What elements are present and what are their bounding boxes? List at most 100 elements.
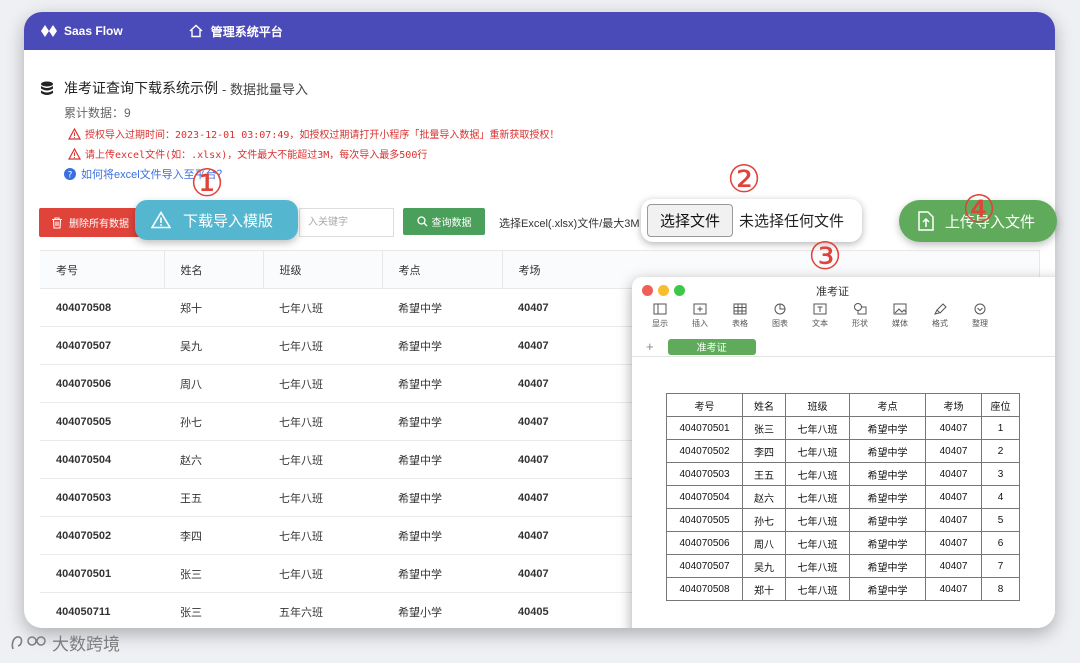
sheet-cell[interactable]: 40407 xyxy=(925,554,982,578)
sheet-cell[interactable]: 赵六 xyxy=(742,485,786,509)
table-cell: 希望中学 xyxy=(382,554,502,593)
close-window-icon[interactable] xyxy=(642,285,653,296)
search-input[interactable]: 入关键字 xyxy=(299,208,394,237)
sheet-cell[interactable]: 6 xyxy=(981,531,1020,555)
sheet-cell[interactable]: 希望中学 xyxy=(849,508,926,532)
sheet-cell[interactable]: 希望中学 xyxy=(849,462,926,486)
table-cell: 404070508 xyxy=(40,288,164,327)
sheet-cell[interactable]: 孙七 xyxy=(742,508,786,532)
sheet-tab[interactable]: 准考证 xyxy=(667,338,756,355)
choose-file-button[interactable]: 选择文件 xyxy=(647,204,733,237)
sheet-cell[interactable]: 王五 xyxy=(742,462,786,486)
brand[interactable]: Saas Flow xyxy=(40,24,123,38)
sheet-cell[interactable]: 40407 xyxy=(925,416,982,440)
sheet-cell[interactable]: 吴九 xyxy=(742,554,786,578)
numbers-title: 准考证 xyxy=(816,286,849,298)
tool-table[interactable]: 表格 xyxy=(720,303,760,337)
sheet-row: 404070507 吴九 七年八班 希望中学 40407 7 xyxy=(666,554,1020,578)
tool-insert[interactable]: 插入 xyxy=(680,303,720,337)
sheet-cell[interactable]: 40407 xyxy=(925,462,982,486)
sheet-cell[interactable]: 404070506 xyxy=(666,531,743,555)
home-link[interactable]: 管理系统平台 xyxy=(189,23,283,40)
table-cell: 张三 xyxy=(164,554,263,593)
sheet-cell[interactable]: 郑十 xyxy=(742,577,786,601)
sheet-cell[interactable]: 40407 xyxy=(925,531,982,555)
sheet-cell[interactable]: 3 xyxy=(981,462,1020,486)
sheet-cell[interactable]: 404070504 xyxy=(666,485,743,509)
sheet-cell[interactable]: 4 xyxy=(981,485,1020,509)
sheet-cell[interactable]: 404070502 xyxy=(666,439,743,463)
sheet-cell[interactable]: 七年八班 xyxy=(785,508,850,532)
sheet-cell[interactable]: 七年八班 xyxy=(785,462,850,486)
tool-media[interactable]: 媒体 xyxy=(880,303,920,337)
sheet-cell[interactable]: 40407 xyxy=(925,485,982,509)
sheet-cell[interactable]: 希望中学 xyxy=(849,439,926,463)
delete-all-label: 删除所有数据 xyxy=(69,219,129,230)
sheet-cell[interactable]: 七年八班 xyxy=(785,577,850,601)
warning-icon xyxy=(151,211,171,229)
warning-expiry-text: 授权导入过期时间：2023-12-01 03:07:49，如授权过期请打开小程序… xyxy=(85,130,560,141)
zoom-window-icon[interactable] xyxy=(674,285,685,296)
sheet-cell[interactable]: 李四 xyxy=(742,439,786,463)
table-cell: 七年八班 xyxy=(263,516,382,555)
numbers-toolbar: 显示 插入 表格 图表 文本 形状 媒体 格式 整理 » xyxy=(632,303,1055,337)
download-template-callout[interactable]: 下载导入模版 xyxy=(135,200,298,240)
sheet-cell[interactable]: 希望中学 xyxy=(849,416,926,440)
tool-chart[interactable]: 图表 xyxy=(760,303,800,337)
sheet-cell[interactable]: 希望中学 xyxy=(849,531,926,555)
sheet-cell[interactable]: 七年八班 xyxy=(785,531,850,555)
sheet-cell[interactable]: 七年八班 xyxy=(785,554,850,578)
add-sheet-icon[interactable]: + xyxy=(646,339,654,354)
sheet-cell[interactable]: 404070501 xyxy=(666,416,743,440)
sheet-cell[interactable]: 希望中学 xyxy=(849,577,926,601)
table-cell: 七年八班 xyxy=(263,402,382,441)
sheet-cell[interactable]: 周八 xyxy=(742,531,786,555)
sheet-cell[interactable]: 张三 xyxy=(742,416,786,440)
sheet-cell[interactable]: 404070508 xyxy=(666,577,743,601)
brand-logo-icon xyxy=(41,25,57,37)
table-cell: 七年八班 xyxy=(263,554,382,593)
query-button[interactable]: 查询数据 xyxy=(403,208,485,235)
text-icon xyxy=(813,303,827,315)
tool-arrange[interactable]: 整理 xyxy=(960,303,1000,337)
tool-text[interactable]: 文本 xyxy=(800,303,840,337)
page-title: 准考证查询下载系统示例 xyxy=(64,80,218,96)
sheet-cell[interactable]: 404070505 xyxy=(666,508,743,532)
sheet-cell[interactable]: 7 xyxy=(981,554,1020,578)
sheet-cell[interactable]: 40407 xyxy=(925,439,982,463)
sheet-cell[interactable]: 8 xyxy=(981,577,1020,601)
sheet-cell[interactable]: 七年八班 xyxy=(785,439,850,463)
tool-shape[interactable]: 形状 xyxy=(840,303,880,337)
sheet-cell[interactable]: 5 xyxy=(981,508,1020,532)
sheet-cell[interactable]: 1 xyxy=(981,416,1020,440)
minimize-window-icon[interactable] xyxy=(658,285,669,296)
table-cell: 希望小学 xyxy=(382,592,502,628)
tool-format[interactable]: 格式 xyxy=(920,303,960,337)
upload-file-icon xyxy=(918,211,934,231)
table-cell: 赵六 xyxy=(164,440,263,479)
step-number-4: ④ xyxy=(962,187,997,231)
sheet-cell[interactable]: 七年八班 xyxy=(785,416,850,440)
sheet-row: 404070502 李四 七年八班 希望中学 40407 2 xyxy=(666,439,1020,463)
table-cell: 404070504 xyxy=(40,440,164,479)
sheet-cell[interactable]: 404070503 xyxy=(666,462,743,486)
table-cell: 七年八班 xyxy=(263,288,382,327)
numbers-window: 准考证 显示 插入 表格 图表 文本 形状 媒体 格式 整理 » + 准考证 考… xyxy=(632,277,1055,628)
sheet-cell[interactable]: 40407 xyxy=(925,508,982,532)
sheet-table: 考号 姓名 班级 考点 考场 座位 404070501 张三 七年八班 希望中学 404… xyxy=(666,393,1020,601)
paintbrush-icon xyxy=(934,303,947,315)
page-subtitle: - 数据批量导入 xyxy=(222,81,308,97)
warning-icon xyxy=(68,147,81,160)
sheet-cell[interactable]: 希望中学 xyxy=(849,485,926,509)
step-number-2: ② xyxy=(727,157,762,201)
tool-display[interactable]: 显示 xyxy=(640,303,680,337)
sheet-cell[interactable]: 404070507 xyxy=(666,554,743,578)
sheet-cell[interactable]: 希望中学 xyxy=(849,554,926,578)
sheet-cell[interactable]: 40407 xyxy=(925,577,982,601)
sheet-cell[interactable]: 七年八班 xyxy=(785,485,850,509)
media-icon xyxy=(893,303,907,315)
table-cell: 五年六班 xyxy=(263,592,382,628)
sheet-cell[interactable]: 2 xyxy=(981,439,1020,463)
delete-all-button[interactable]: 删除所有数据 xyxy=(39,208,147,237)
sheet-row: 404070505 孙七 七年八班 希望中学 40407 5 xyxy=(666,508,1020,532)
